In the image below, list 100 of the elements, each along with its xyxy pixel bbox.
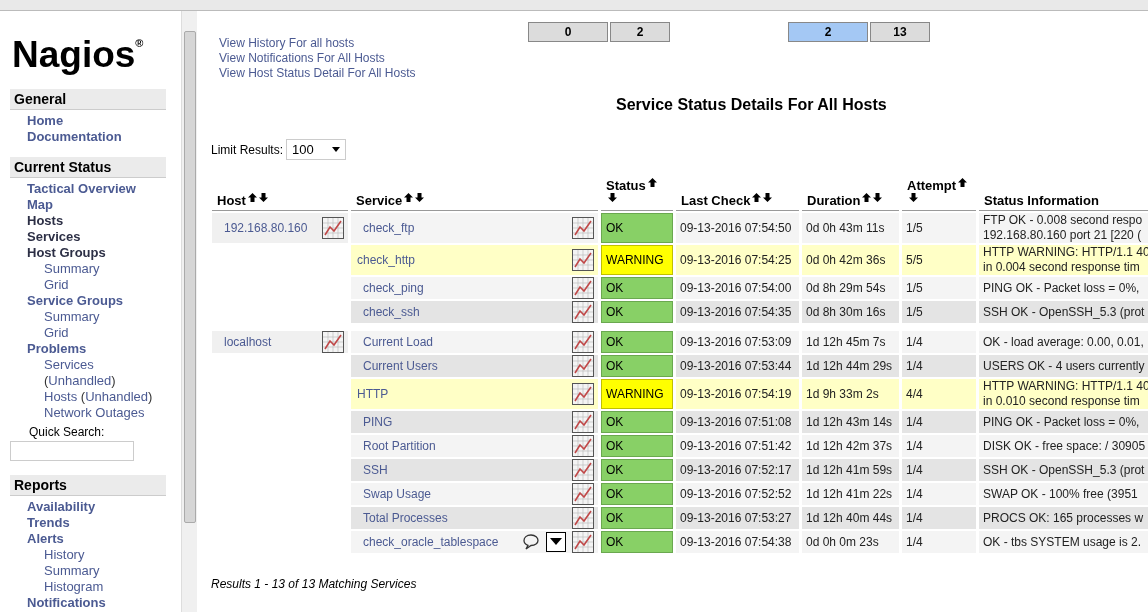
sidebar-link[interactable]: Documentation — [27, 129, 122, 145]
graph-icon[interactable] — [572, 483, 594, 505]
graph-icon[interactable] — [572, 435, 594, 457]
sidebar-link[interactable]: Notifications — [27, 595, 106, 611]
column-header: Status Information — [984, 193, 1099, 208]
status-label: WARNING — [601, 245, 673, 275]
quick-search-field[interactable] — [10, 441, 134, 461]
sort-up-icon[interactable] — [752, 193, 762, 202]
status-label: OK — [601, 531, 673, 553]
limit-select[interactable]: 100 — [286, 139, 347, 160]
graph-icon[interactable] — [572, 249, 594, 271]
sidebar-link[interactable]: Summary — [44, 309, 100, 324]
graph-icon[interactable] — [572, 459, 594, 481]
graph-icon[interactable] — [572, 301, 594, 323]
table-cell: 1d 12h 40m 44s — [806, 511, 893, 525]
service-link[interactable]: Swap Usage — [355, 487, 432, 501]
sort-down-icon[interactable] — [608, 193, 617, 202]
sort-down-icon[interactable] — [763, 193, 773, 202]
service-link[interactable]: SSH — [355, 463, 388, 477]
table-cell: 09-13-2016 07:53:27 — [680, 511, 792, 525]
caret-icon[interactable] — [332, 147, 341, 152]
service-link[interactable]: PING — [355, 415, 393, 429]
table-cell: 09-13-2016 07:54:50 — [680, 221, 792, 235]
table-cell: 09-13-2016 07:53:44 — [680, 359, 792, 373]
graph-icon[interactable] — [322, 331, 344, 353]
table-cell: 4/4 — [906, 387, 923, 401]
service-link[interactable]: check_http — [355, 253, 416, 267]
sidebar-link[interactable]: Summary — [44, 261, 100, 276]
status-info-text: PROCS OK: 165 processes w — [983, 510, 1144, 526]
total-box[interactable]: 2 — [788, 22, 868, 42]
graph-icon[interactable] — [572, 507, 594, 529]
table-cell: 09-13-2016 07:54:38 — [680, 535, 792, 549]
table-cell: 1/4 — [906, 511, 923, 525]
sidebar-link[interactable]: Map — [27, 197, 53, 213]
graph-icon[interactable] — [322, 217, 344, 239]
status-label: OK — [601, 277, 673, 299]
table-cell: 1/4 — [906, 487, 923, 501]
sort-up-icon[interactable] — [647, 178, 657, 187]
total-box[interactable]: 2 — [610, 22, 670, 42]
sort-up-icon[interactable] — [862, 193, 872, 202]
dropdown-icon[interactable] — [546, 532, 566, 552]
sidebar-link[interactable]: Unhandled — [48, 373, 112, 388]
sort-up-icon[interactable] — [958, 178, 968, 187]
sidebar-link[interactable]: Services — [27, 229, 81, 245]
sidebar-link[interactable]: Problems — [27, 341, 87, 357]
view-link[interactable]: View Host Status Detail For All Hosts — [219, 66, 416, 81]
graph-icon[interactable] — [572, 217, 594, 239]
total-box[interactable]: 13 — [870, 22, 930, 42]
sidebar-link[interactable]: Histogram — [44, 579, 104, 594]
sidebar-link[interactable]: Host Groups — [27, 245, 106, 261]
service-link[interactable]: HTTP — [355, 387, 389, 401]
sidebar-link[interactable]: Home — [27, 113, 64, 129]
sidebar-link[interactable]: Services — [44, 357, 94, 372]
service-link[interactable]: check_ftp — [355, 221, 415, 235]
sort-down-icon[interactable] — [873, 193, 883, 202]
sidebar-link[interactable]: History — [44, 547, 85, 562]
sort-up-icon[interactable] — [404, 193, 414, 202]
view-link[interactable]: View History For all hosts — [219, 36, 355, 51]
scrollbar[interactable] — [181, 11, 197, 612]
sidebar-link[interactable]: Unhandled — [85, 389, 149, 404]
sort-down-icon[interactable] — [909, 193, 918, 202]
logo[interactable]: Nagios$^{®}$ — [12, 23, 181, 75]
total-box[interactable]: 0 — [528, 22, 608, 42]
graph-icon[interactable] — [572, 411, 594, 433]
graph-icon[interactable] — [572, 331, 594, 353]
sidebar-link[interactable]: Tactical Overview — [27, 181, 136, 197]
status-label: OK — [601, 331, 673, 353]
status-info-text: PING OK - Packet loss = 0%, — [983, 280, 1140, 296]
sidebar-link[interactable]: Availability — [27, 499, 96, 515]
table-cell: 1/5 — [906, 221, 923, 235]
sort-down-icon[interactable] — [258, 193, 268, 202]
comment-icon[interactable] — [522, 533, 540, 551]
sidebar-link[interactable]: Grid — [44, 325, 69, 340]
sort-down-icon[interactable] — [415, 193, 425, 202]
sidebar-link[interactable]: Hosts — [27, 213, 64, 229]
table-cell: 0d 0h 0m 23s — [806, 535, 879, 549]
table-cell: 1d 12h 41m 22s — [806, 487, 893, 501]
sidebar-link[interactable]: Service Groups — [27, 293, 124, 309]
graph-icon[interactable] — [572, 383, 594, 405]
status-info-text: PING OK - Packet loss = 0%, — [983, 414, 1140, 430]
status-info-text: FTP OK - 0.008 second respo — [983, 213, 1143, 228]
graph-icon[interactable] — [572, 355, 594, 377]
table-cell: 1/4 — [906, 463, 923, 477]
sidebar-link[interactable]: Summary — [44, 563, 100, 578]
sort-up-icon[interactable] — [247, 193, 257, 202]
status-label: OK — [601, 483, 673, 505]
graph-icon[interactable] — [572, 277, 594, 299]
sidebar-link[interactable]: Trends — [27, 515, 70, 531]
sidebar-link[interactable]: Hosts — [44, 389, 78, 404]
sidebar-link[interactable]: Grid — [44, 277, 69, 292]
sidebar-link[interactable]: Alerts — [27, 531, 64, 547]
view-link[interactable]: View Notifications For All Hosts — [219, 51, 385, 66]
service-link[interactable]: check_ssh — [355, 305, 420, 319]
sidebar-link[interactable]: Network Outages — [44, 405, 145, 420]
limit-label: Limit Results: — [211, 142, 284, 157]
column-header: Attempt — [907, 178, 957, 193]
table-cell: 1/4 — [906, 359, 923, 373]
graph-icon[interactable] — [572, 531, 594, 553]
service-link[interactable]: check_ping — [355, 281, 424, 295]
column-header: Host — [217, 193, 246, 208]
